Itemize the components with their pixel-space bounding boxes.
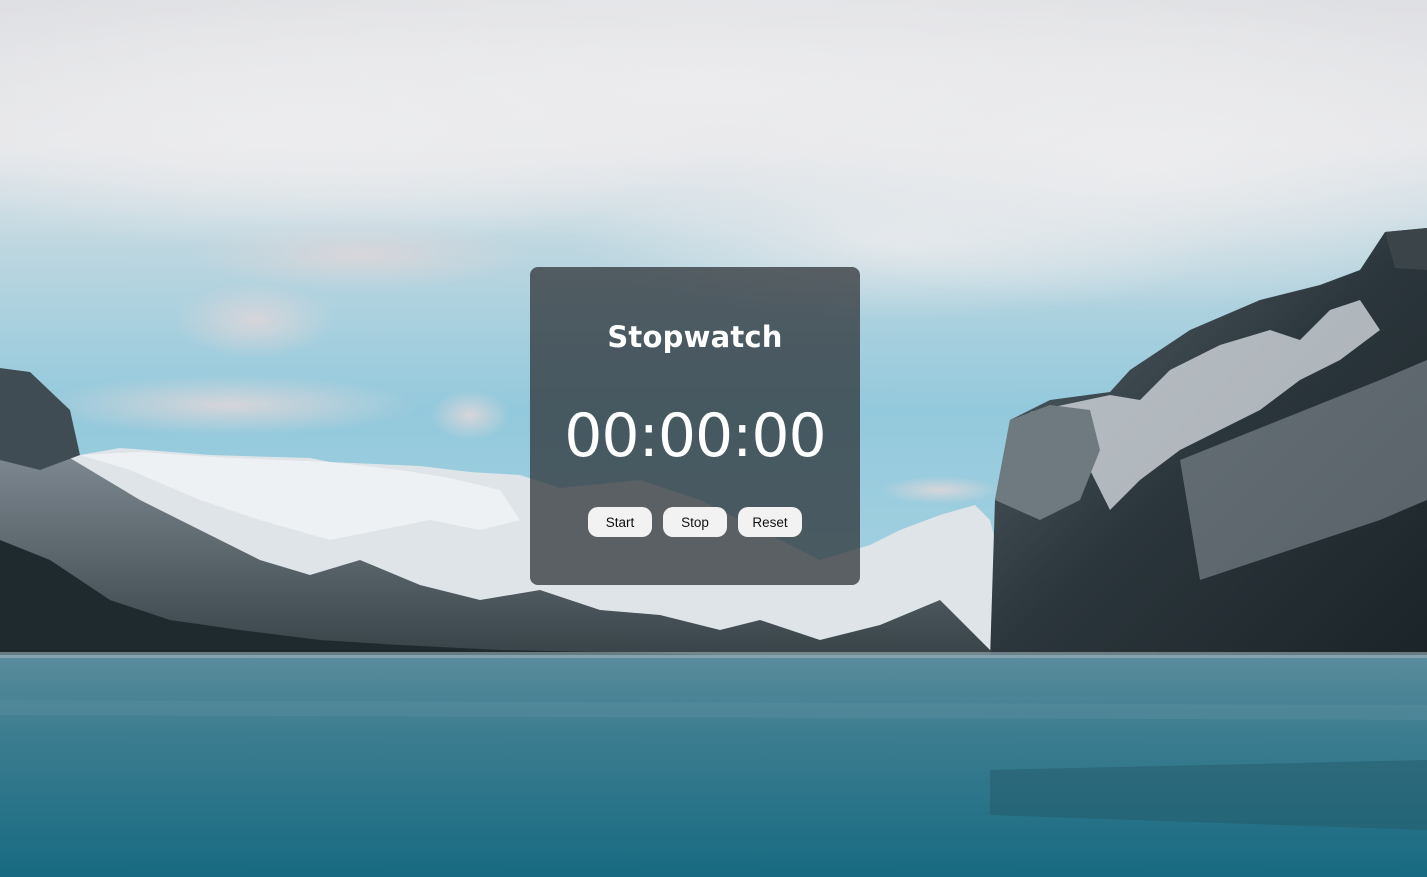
reset-button[interactable]: Reset <box>738 507 802 537</box>
app-root: Stopwatch 00:00:00 Start Stop Reset <box>0 0 1427 877</box>
stopwatch-controls: Start Stop Reset <box>530 507 860 537</box>
start-button[interactable]: Start <box>588 507 652 537</box>
stopwatch-card: Stopwatch 00:00:00 Start Stop Reset <box>530 267 860 585</box>
stopwatch-title: Stopwatch <box>607 320 783 354</box>
stopwatch-time-display: 00:00:00 <box>564 401 826 471</box>
stop-button[interactable]: Stop <box>663 507 727 537</box>
